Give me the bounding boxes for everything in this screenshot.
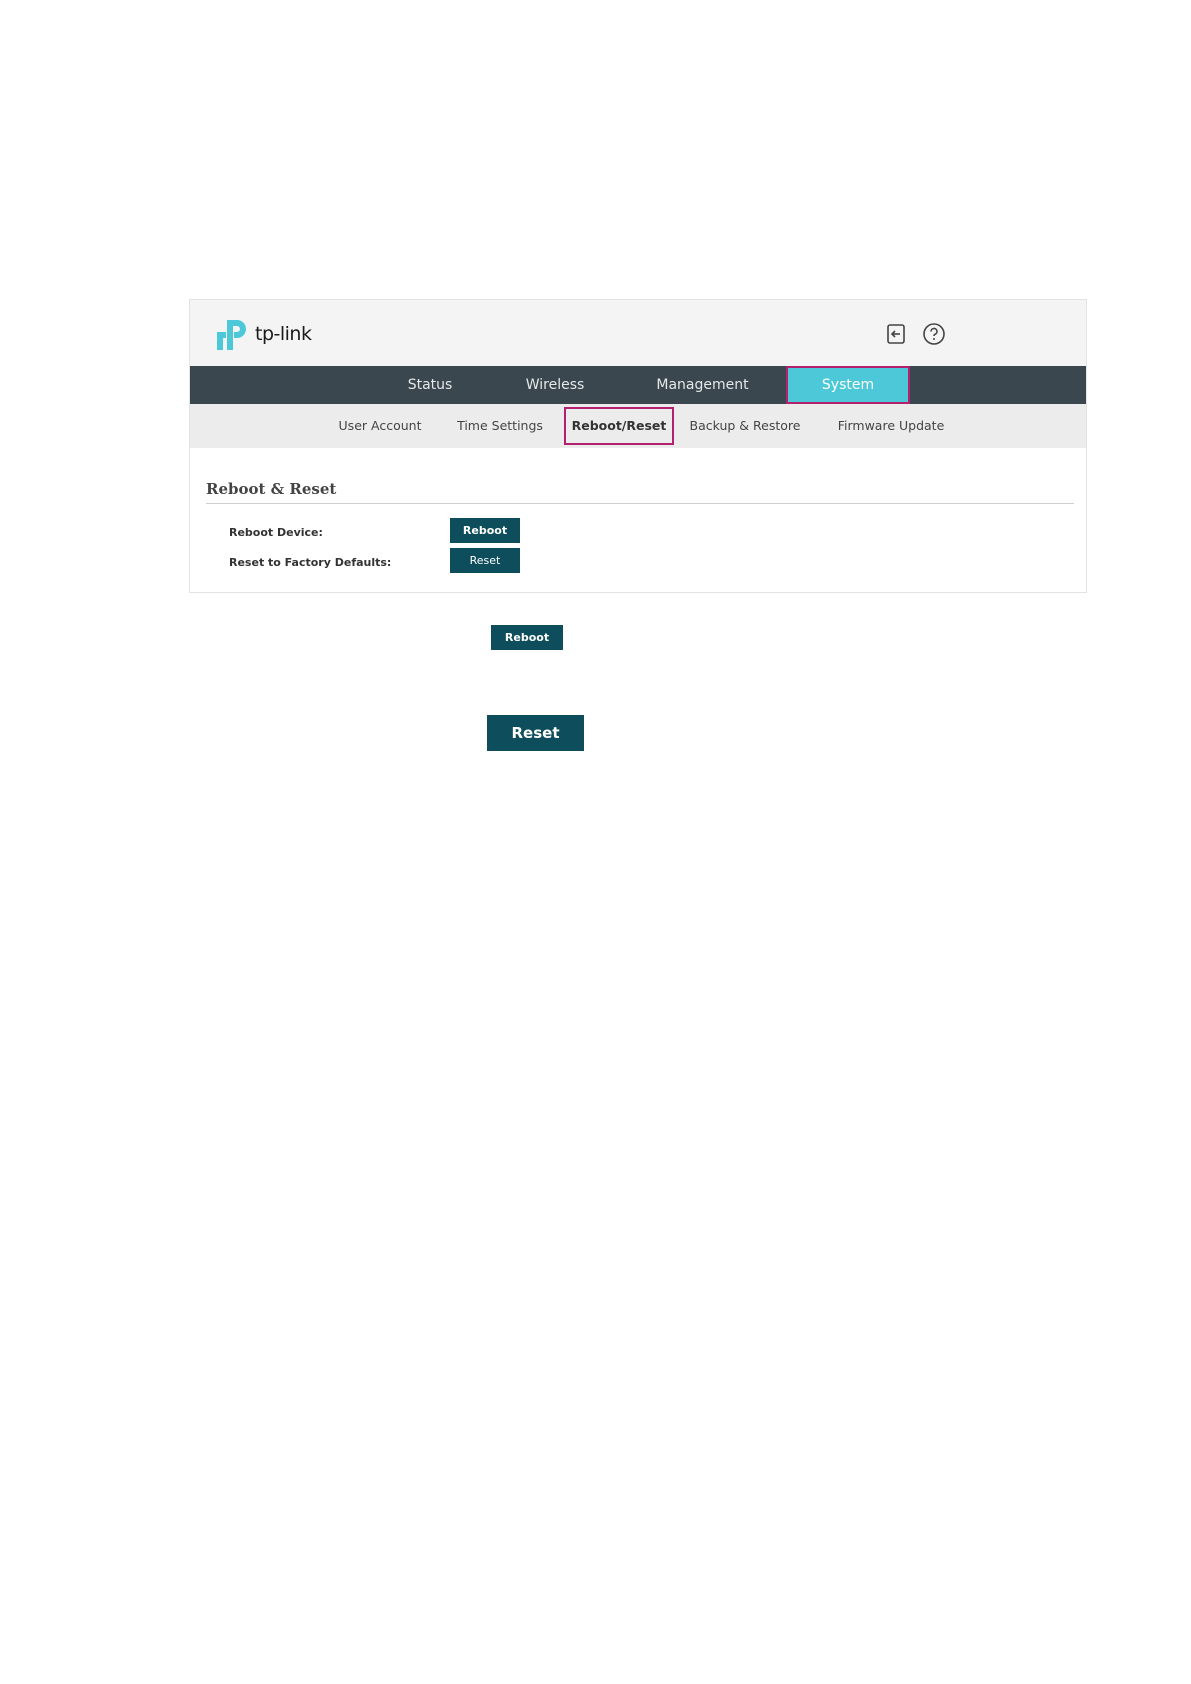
logo-text: tp-link: [255, 323, 312, 345]
nav-tab-status[interactable]: Status: [380, 366, 480, 404]
tp-link-logo-icon: [217, 320, 246, 350]
subnav-user-account[interactable]: User Account: [325, 404, 435, 448]
reset-button[interactable]: Reset: [450, 548, 520, 573]
tp-link-logo: tp-link: [213, 314, 312, 354]
nav-tab-wireless[interactable]: Wireless: [500, 366, 610, 404]
help-icon[interactable]: [922, 322, 946, 346]
nav-tab-management[interactable]: Management: [630, 366, 775, 404]
header-bar: tp-link: [190, 300, 1086, 366]
nav-tab-system[interactable]: System: [786, 366, 910, 404]
subnav-backup-restore[interactable]: Backup & Restore: [680, 404, 810, 448]
reboot-button[interactable]: Reboot: [450, 518, 520, 543]
main-nav: Status Wireless Management System: [190, 366, 1086, 404]
reboot-device-label: Reboot Device:: [229, 526, 323, 539]
reset-factory-label: Reset to Factory Defaults:: [229, 556, 392, 569]
subnav-firmware-update[interactable]: Firmware Update: [826, 404, 956, 448]
section-divider: [206, 503, 1074, 504]
section-title: Reboot & Reset: [206, 480, 337, 498]
logout-icon[interactable]: [884, 322, 908, 346]
router-admin-window: tp-link Status Wireless Management Syste…: [189, 299, 1087, 593]
sub-nav: User Account Time Settings Reboot/Reset …: [190, 404, 1086, 448]
subnav-time-settings[interactable]: Time Settings: [445, 404, 555, 448]
reset-button-standalone[interactable]: Reset: [487, 715, 584, 751]
subnav-reboot-reset[interactable]: Reboot/Reset: [564, 407, 674, 445]
reboot-button-standalone[interactable]: Reboot: [491, 625, 563, 650]
